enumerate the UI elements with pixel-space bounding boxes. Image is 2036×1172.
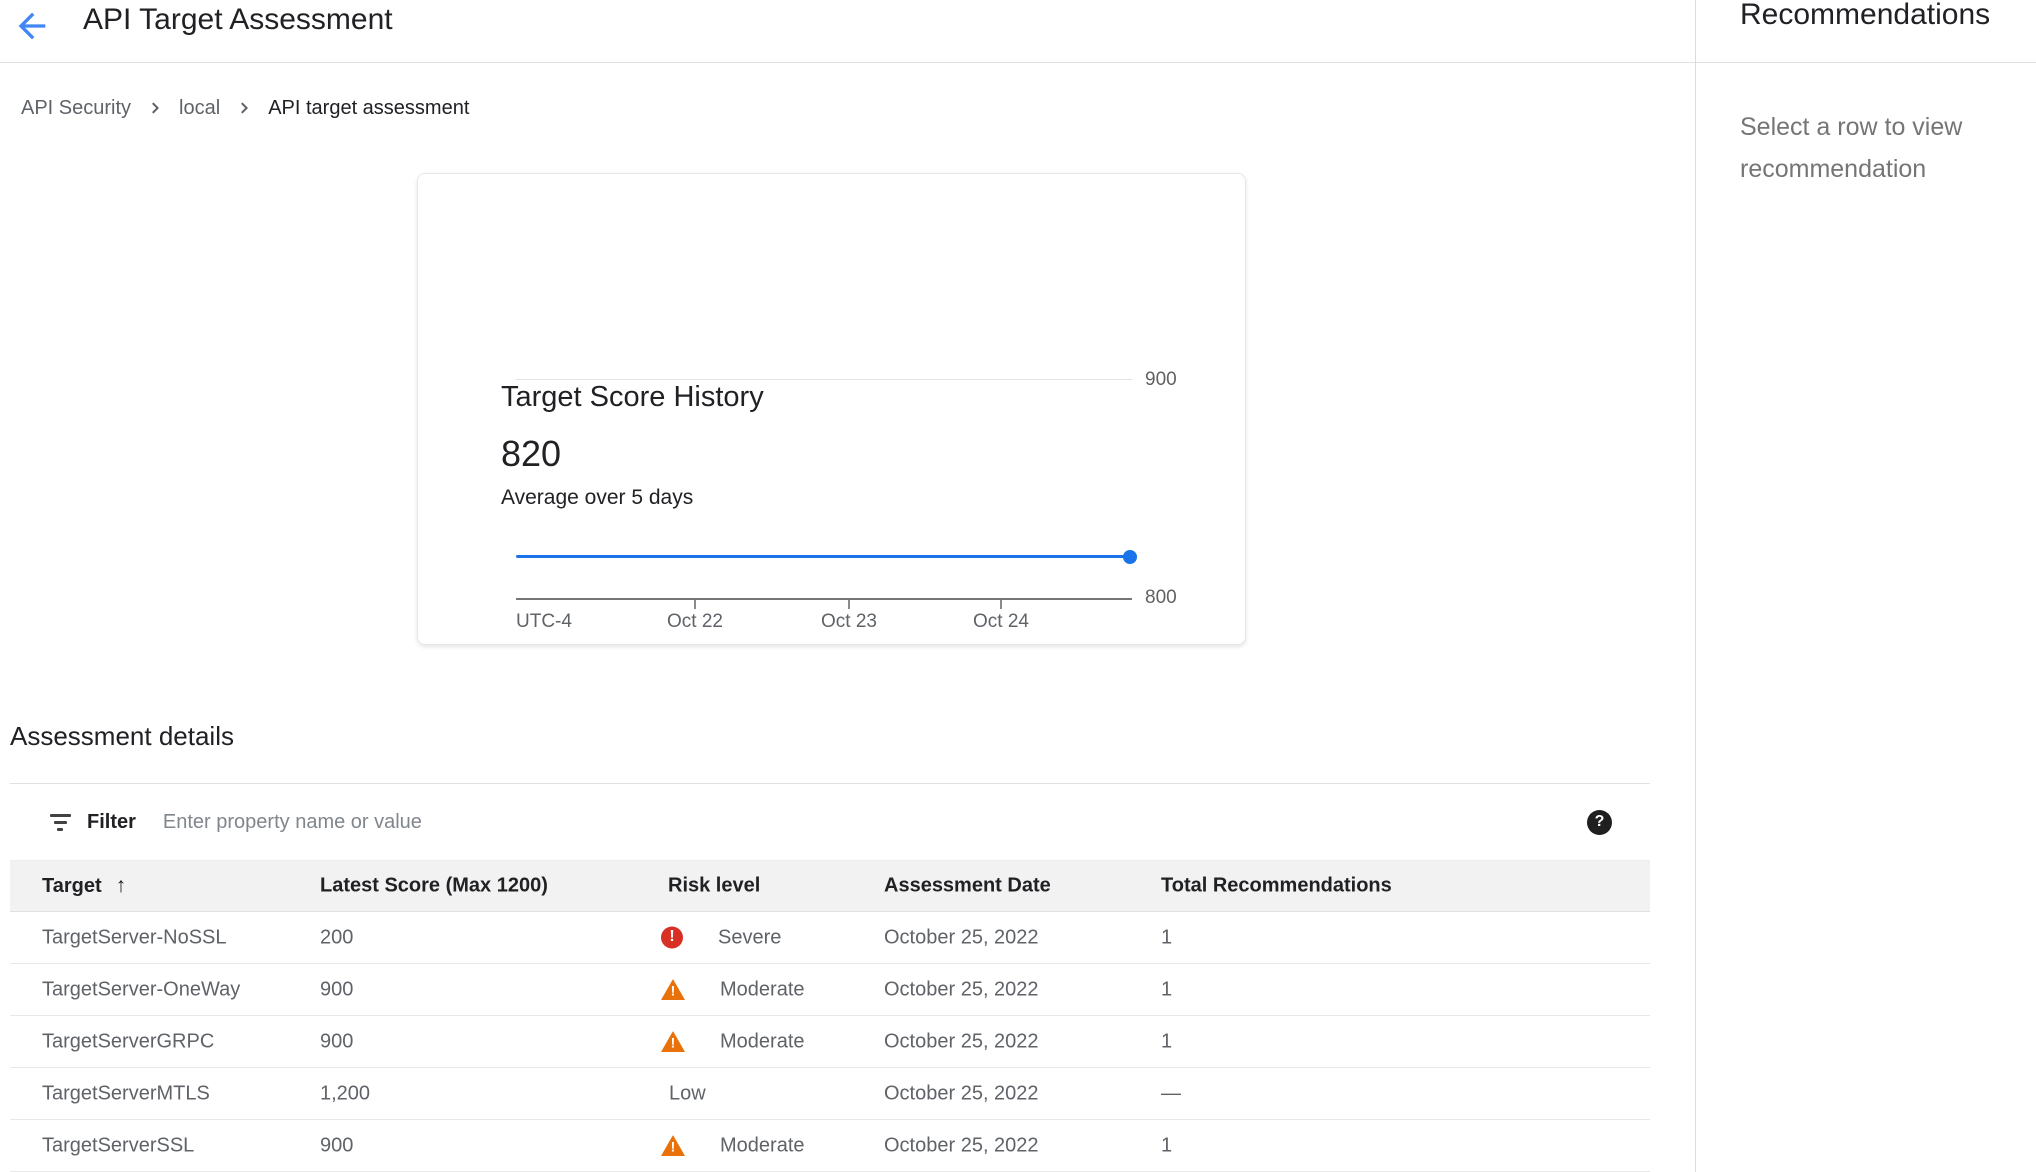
date-cell: October 25, 2022 [884,978,1039,1001]
breadcrumb-item-current: API target assessment [268,97,469,120]
column-header-total-recommendations[interactable]: Total Recommendations [1161,875,1392,898]
assessment-details-table: Filter Enter property name or value ? Ta… [10,783,1650,1172]
breadcrumb-item-local[interactable]: local [179,97,220,120]
date-cell: October 25, 2022 [884,1082,1039,1105]
score-cell: 1,200 [320,1082,370,1105]
risk-warning-icon [661,1031,685,1052]
risk-label: Low [669,1082,706,1105]
total-cell: 1 [1161,926,1172,949]
x-axis-label-oct23: Oct 23 [789,610,909,634]
target-cell: TargetServerSSL [42,1134,194,1157]
score-line-series [516,555,1130,558]
breadcrumb-item-api-security[interactable]: API Security [21,97,131,120]
risk-warning-icon [661,979,685,1000]
date-cell: October 25, 2022 [884,1134,1039,1157]
risk-label: Severe [718,926,781,949]
risk-severe-icon [661,927,683,949]
gridline-900 [516,379,1132,380]
x-tick-oct22 [694,600,696,609]
filter-input[interactable]: Enter property name or value [163,811,1587,834]
risk-cell: Low [661,1082,706,1105]
panel-divider [1695,0,1696,1172]
risk-label: Moderate [720,1134,805,1157]
risk-cell: Moderate [661,1030,805,1053]
x-tick-oct24 [1000,600,1002,609]
recommendations-empty-message: Select a row to view recommendation [1740,106,2032,190]
filter-icon [49,814,71,831]
filter-bar[interactable]: Filter Enter property name or value ? [10,784,1650,860]
help-icon[interactable]: ? [1587,810,1612,835]
table-header-row: Target ↑ Latest Score (Max 1200) Risk le… [10,860,1650,912]
score-cell: 900 [320,1134,353,1157]
column-header-latest-score[interactable]: Latest Score (Max 1200) [320,875,548,898]
score-cell: 900 [320,1030,353,1053]
table-row-targetserver-oneway[interactable]: TargetServer-OneWay 900 Moderate October… [10,964,1650,1016]
table-row-targetservergrpc[interactable]: TargetServerGRPC 900 Moderate October 25… [10,1016,1650,1068]
risk-cell: Moderate [661,978,805,1001]
column-header-assessment-date[interactable]: Assessment Date [884,875,1051,898]
total-cell: — [1161,1082,1181,1105]
chevron-right-icon [235,99,253,117]
risk-label: Moderate [720,1030,805,1053]
target-cell: TargetServerGRPC [42,1030,214,1053]
total-cell: 1 [1161,978,1172,1001]
x-axis-line [516,598,1132,600]
score-line-endpoint-marker [1123,550,1137,564]
table-row-targetserverssl[interactable]: TargetServerSSL 900 Moderate October 25,… [10,1120,1650,1172]
score-cell: 200 [320,926,353,949]
filter-label: Filter [87,811,136,834]
target-cell: TargetServer-OneWay [42,978,240,1001]
risk-cell: Moderate [661,1134,805,1157]
total-cell: 1 [1161,1030,1172,1053]
column-header-target[interactable]: Target ↑ [42,874,126,898]
chart-subtitle: Average over 5 days [501,483,693,513]
target-cell: TargetServerMTLS [42,1082,210,1105]
score-cell: 900 [320,978,353,1001]
target-score-history-card: Target Score History 820 Average over 5 … [417,173,1246,645]
chart-title: Target Score History [501,379,764,415]
chevron-right-icon [146,99,164,117]
y-axis-label-900: 900 [1145,369,1177,391]
x-tick-oct23 [848,600,850,609]
arrow-back-icon [12,6,52,46]
target-cell: TargetServer-NoSSL [42,926,227,949]
risk-cell: Severe [661,926,781,949]
breadcrumb: API Security local API target assessment [21,86,469,130]
x-axis-label-utc: UTC-4 [516,610,572,634]
x-axis-label-oct22: Oct 22 [635,610,755,634]
table-row-targetserver-nossl[interactable]: TargetServer-NoSSL 200 Severe October 25… [10,912,1650,964]
risk-warning-icon [661,1135,685,1156]
app-header: API Target Assessment [0,0,2036,63]
back-button[interactable] [8,2,56,50]
risk-label: Moderate [720,978,805,1001]
sort-ascending-icon: ↑ [116,874,127,898]
recommendations-panel-title: Recommendations [1740,0,1990,33]
chart-average-value: 820 [501,432,561,476]
total-cell: 1 [1161,1134,1172,1157]
page-title: API Target Assessment [83,2,393,38]
date-cell: October 25, 2022 [884,926,1039,949]
assessment-details-heading: Assessment details [10,718,234,754]
date-cell: October 25, 2022 [884,1030,1039,1053]
column-header-target-label: Target [42,875,102,898]
column-header-risk-level[interactable]: Risk level [668,875,760,898]
y-axis-label-800: 800 [1145,587,1177,609]
page: API Target Assessment Recommendations Se… [0,0,2036,1172]
table-row-targetservermtls[interactable]: TargetServerMTLS 1,200 Low October 25, 2… [10,1068,1650,1120]
x-axis-label-oct24: Oct 24 [941,610,1061,634]
